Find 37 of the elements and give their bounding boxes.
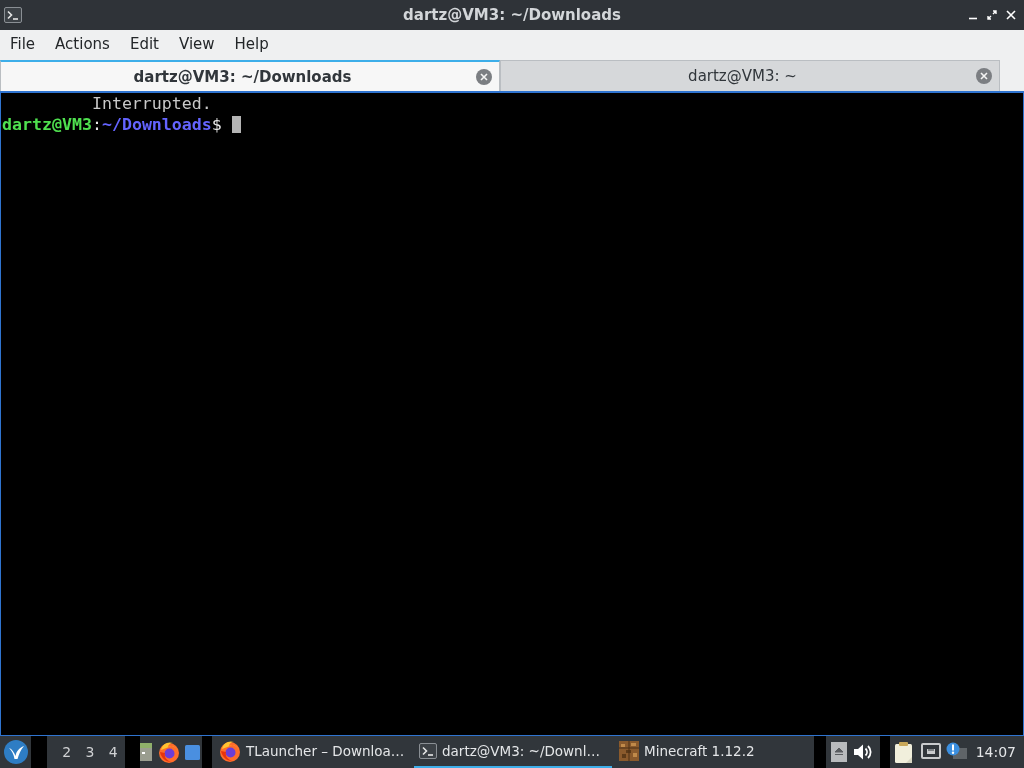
- workspace-button[interactable]: 4: [101, 736, 125, 768]
- window-title: dartz@VM3: ~/Downloads: [403, 6, 621, 24]
- menu-item[interactable]: Actions: [45, 31, 120, 57]
- clipboard-icon[interactable]: [893, 741, 914, 763]
- empty-slot: [814, 736, 826, 768]
- menu-item[interactable]: Help: [224, 31, 279, 57]
- terminal-icon: [419, 743, 437, 759]
- workspace-button[interactable]: 3: [78, 736, 102, 768]
- shell-prompt: dartz@VM3:~/Downloads$: [2, 114, 222, 135]
- clock[interactable]: 14:07: [969, 736, 1024, 768]
- tab[interactable]: dartz@VM3: ~/Downloads: [0, 60, 500, 91]
- menu-item[interactable]: View: [168, 31, 225, 57]
- network-icon[interactable]: [921, 743, 942, 761]
- terminal-output: Interrupted.: [91, 93, 212, 114]
- tab[interactable]: dartz@VM3: ~: [500, 60, 1000, 91]
- terminal-area[interactable]: Interrupted. dartz@VM3:~/Downloads$: [0, 91, 1024, 736]
- firefox-icon: [219, 740, 241, 762]
- terminal-icon[interactable]: [4, 7, 22, 23]
- empty-slot: [879, 736, 890, 768]
- firefox-icon[interactable]: [158, 741, 180, 763]
- task-button[interactable]: TLauncher – Downloa…: [214, 736, 412, 768]
- maximize-icon[interactable]: [987, 10, 997, 20]
- empty-slot: [124, 736, 140, 768]
- app-icon[interactable]: [184, 744, 200, 760]
- workspace-button[interactable]: 2: [55, 736, 79, 768]
- task-button[interactable]: Minecraft 1.12.2: [614, 736, 812, 768]
- speaker-icon[interactable]: [853, 743, 874, 761]
- empty-slot: [31, 736, 48, 768]
- start-menu-icon[interactable]: [3, 740, 28, 764]
- menu-item[interactable]: File: [0, 31, 46, 57]
- close-icon[interactable]: [1006, 10, 1016, 20]
- task-button[interactable]: dartz@VM3: ~/Downl…: [414, 736, 612, 768]
- eject-icon[interactable]: [831, 742, 847, 762]
- grass-block-icon: [619, 741, 639, 761]
- menu-item[interactable]: Edit: [119, 31, 169, 57]
- empty-slot: [202, 736, 212, 768]
- update-notification-icon[interactable]: [946, 742, 969, 762]
